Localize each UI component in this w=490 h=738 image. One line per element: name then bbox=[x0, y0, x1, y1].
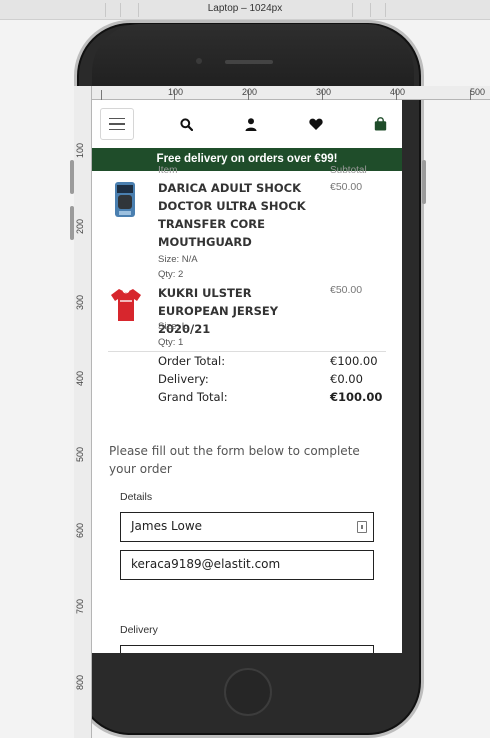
ruler-label: 800 bbox=[75, 674, 85, 690]
product-qty: Qty: 1 bbox=[158, 337, 184, 348]
shopping-bag-icon[interactable] bbox=[372, 116, 388, 132]
ruler-label: 500 bbox=[75, 446, 85, 462]
email-value: keraca9189@elastit.com bbox=[131, 557, 281, 571]
product-size: Size: N/A bbox=[158, 254, 198, 265]
product-image-jersey[interactable] bbox=[110, 288, 142, 326]
grand-total-value: €100.00 bbox=[330, 390, 383, 404]
full-name-value: James Lowe bbox=[131, 519, 203, 533]
order-total-value: €100.00 bbox=[330, 354, 378, 368]
phone-screen: Free delivery on orders over €99! Item S… bbox=[92, 100, 402, 653]
product-size: Size: L bbox=[158, 321, 188, 332]
product-subtotal: €50.00 bbox=[330, 284, 363, 296]
ruler-label: 400 bbox=[75, 370, 85, 386]
delivery-legend: Delivery bbox=[120, 624, 158, 636]
responsive-toolbar: Laptop – 1024px bbox=[0, 0, 490, 20]
totals-divider bbox=[108, 351, 386, 352]
form-intro-text: Please fill out the form below to comple… bbox=[109, 444, 360, 476]
ruler-tick bbox=[101, 90, 102, 100]
vertical-ruler: 100 200 300 400 500 600 700 800 bbox=[74, 86, 92, 738]
details-legend: Details bbox=[120, 491, 153, 503]
home-button[interactable] bbox=[224, 668, 272, 716]
delivery-label: Delivery: bbox=[158, 372, 209, 386]
user-icon[interactable] bbox=[243, 116, 259, 132]
column-header-subtotal: Subtotal bbox=[330, 165, 367, 176]
ruler-label: 700 bbox=[75, 598, 85, 614]
product-subtotal: €50.00 bbox=[330, 181, 363, 193]
grand-total-label: Grand Total: bbox=[158, 390, 228, 404]
power-button bbox=[422, 160, 426, 204]
phone-top-bezel bbox=[92, 24, 414, 94]
ruler-label: 500 bbox=[470, 87, 486, 97]
full-name-field[interactable]: James Lowe bbox=[120, 512, 374, 542]
delivery-field[interactable] bbox=[120, 645, 374, 653]
ruler-label: 300 bbox=[75, 294, 85, 310]
heart-icon[interactable] bbox=[308, 116, 324, 132]
search-icon[interactable] bbox=[178, 116, 194, 132]
ruler-label: 200 bbox=[75, 218, 85, 234]
horizontal-ruler: 100 200 300 400 500 bbox=[76, 86, 490, 100]
product-image-mouthguard[interactable] bbox=[110, 181, 140, 223]
autofill-icon[interactable] bbox=[357, 521, 367, 533]
ruler-label: 300 bbox=[316, 87, 332, 97]
device-size-label[interactable]: Laptop – 1024px bbox=[0, 3, 490, 14]
browser-devtools-preview: Laptop – 1024px 100 200 300 400 500 100 … bbox=[0, 0, 490, 738]
ruler-label: 400 bbox=[390, 87, 406, 97]
ruler-label: 600 bbox=[75, 522, 85, 538]
order-total-label: Order Total: bbox=[158, 354, 226, 368]
delivery-value: €0.00 bbox=[330, 372, 363, 386]
speaker-grille bbox=[225, 60, 273, 64]
hamburger-icon[interactable] bbox=[100, 108, 134, 140]
ruler-label: 100 bbox=[75, 142, 85, 158]
ruler-label: 200 bbox=[242, 87, 258, 97]
site-navbar bbox=[92, 100, 402, 148]
camera-icon bbox=[196, 58, 202, 64]
ruler-label: 100 bbox=[168, 87, 184, 97]
product-name: DARICA ADULT SHOCK DOCTOR ULTRA SHOCK TR… bbox=[158, 181, 306, 249]
product-qty: Qty: 2 bbox=[158, 269, 184, 280]
column-header-item: Item bbox=[158, 165, 178, 176]
email-field[interactable]: keraca9189@elastit.com bbox=[120, 550, 374, 580]
